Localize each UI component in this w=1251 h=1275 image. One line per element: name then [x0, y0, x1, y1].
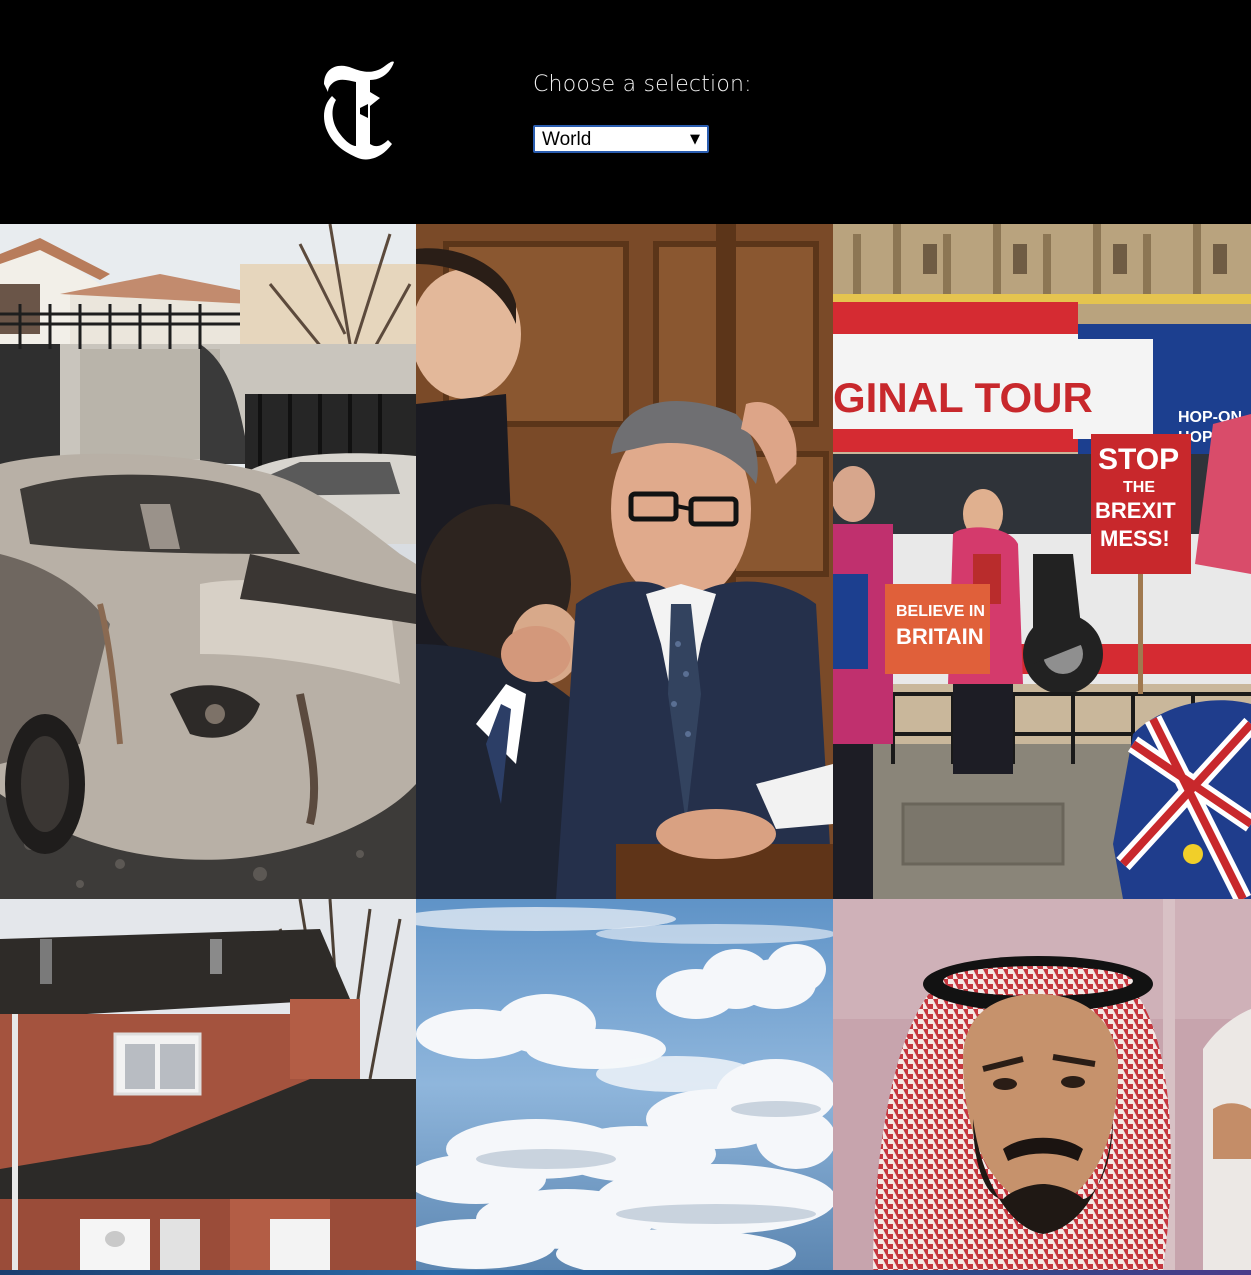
section-selector-label: Choose a selection: [533, 72, 752, 97]
story-tile-burned-car[interactable] [0, 224, 416, 899]
story-tile-saudi-prince[interactable] [833, 899, 1251, 1270]
brexit-sign-text: BREXIT [1095, 498, 1176, 523]
nyt-t-logo[interactable] [318, 58, 398, 164]
section-select[interactable]: World ▼ [533, 125, 709, 153]
story-tile-clouds[interactable] [416, 899, 833, 1270]
section-select-value: World [542, 129, 592, 150]
dropdown-arrow-icon: ▼ [690, 132, 700, 147]
britain-sign-text: BRITAIN [896, 624, 984, 649]
site-header: Choose a selection: World ▼ [0, 0, 1251, 224]
story-tile-brexit-protest[interactable]: GINAL TOUR HOP-ON HOP-OFF [833, 224, 1251, 899]
mess-sign-text: MESS! [1100, 526, 1170, 551]
stop-sign-text: STOP [1098, 443, 1179, 476]
story-tile-house[interactable] [0, 899, 416, 1270]
the-sign-text: THE [1123, 479, 1155, 496]
believe-sign-text: BELIEVE IN [896, 603, 985, 620]
story-tile-parliament[interactable] [416, 224, 833, 899]
next-row-strip [0, 1270, 1251, 1275]
story-grid: GINAL TOUR HOP-ON HOP-OFF [0, 224, 1251, 1275]
bus-banner-text: GINAL TOUR [833, 374, 1093, 421]
